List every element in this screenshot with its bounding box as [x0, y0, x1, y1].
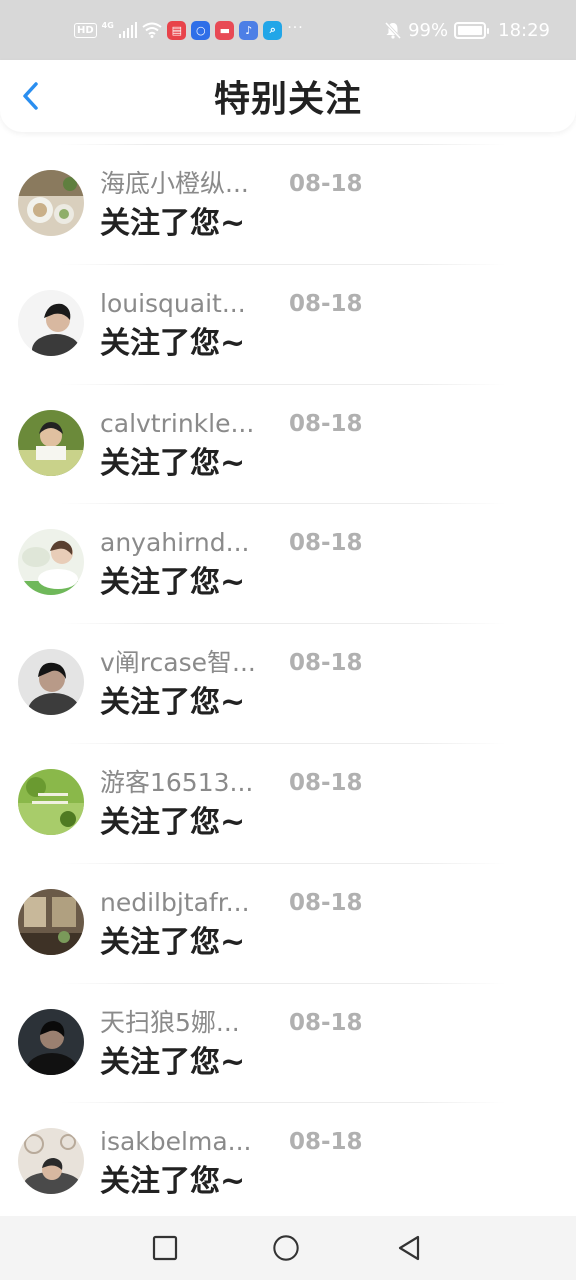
avatar[interactable] — [18, 888, 84, 955]
list-item[interactable]: v阐rcase智... 08-18 关注了您~ — [0, 619, 576, 739]
page-title: 特别关注 — [213, 79, 362, 120]
follow-date: 08-18 — [289, 1009, 363, 1036]
home-button[interactable] — [272, 1234, 300, 1262]
list-item[interactable]: anyahirnd... 08-18 关注了您~ — [0, 499, 576, 619]
user-name: nedilbjtafr... — [100, 887, 250, 917]
user-name: 海底小橙纵... — [100, 169, 249, 198]
search-app-icon: ⌕ — [263, 20, 283, 40]
circle-home-icon — [273, 1235, 299, 1261]
chevron-left-icon — [23, 82, 38, 110]
avatar[interactable] — [18, 529, 84, 596]
user-name: 天扫狼5娜... — [100, 1007, 240, 1037]
follow-action: 关注了您~ — [100, 325, 246, 361]
follow-action: 关注了您~ — [100, 804, 246, 840]
follow-date: 08-18 — [289, 171, 363, 197]
follow-action: 关注了您~ — [100, 206, 246, 241]
list-item[interactable]: 天扫狼5娜... 08-18 关注了您~ — [0, 979, 576, 1099]
follow-date: 08-18 — [289, 1129, 363, 1156]
follow-date: 08-18 — [289, 889, 363, 916]
header-bar: 特别关注 — [0, 60, 576, 132]
follow-action: 关注了您~ — [100, 1044, 246, 1080]
list-item[interactable]: nedilbjtafr... 08-18 关注了您~ — [0, 859, 576, 979]
red-game-app-icon: ▬ — [215, 20, 235, 40]
system-nav-bar — [0, 1216, 576, 1280]
follow-action: 关注了您~ — [100, 685, 246, 721]
user-name: 游客16513... — [100, 767, 254, 797]
hd-badge: HD — [74, 22, 97, 38]
avatar[interactable] — [18, 1008, 84, 1075]
more-notifications-icon: ··· — [287, 20, 304, 36]
user-name: v阐rcase智... — [100, 648, 256, 678]
list-item[interactable]: 游客16513... 08-18 关注了您~ — [0, 739, 576, 859]
avatar[interactable] — [18, 649, 84, 716]
list-item[interactable]: 海底小橙纵... 08-18 关注了您~ — [0, 140, 576, 260]
follow-date: 08-18 — [289, 530, 363, 557]
blue-bulb-app-icon: ○ — [191, 20, 211, 40]
user-name: isakbelma... — [100, 1127, 252, 1157]
list-item[interactable]: isakbelma... 08-18 关注了您~ — [0, 1098, 576, 1218]
user-name: louisquait... — [100, 288, 246, 318]
follow-action: 关注了您~ — [100, 1164, 246, 1200]
follow-date: 08-18 — [289, 290, 363, 317]
user-name: calvtrinkle... — [100, 408, 255, 438]
network-type: 4G — [101, 20, 114, 30]
follow-date: 08-18 — [289, 769, 363, 796]
follow-action: 关注了您~ — [100, 924, 246, 960]
red-app-icon: ▤ — [167, 20, 187, 40]
follow-list: 海底小橙纵... 08-18 关注了您~ louisquait... 08-18… — [0, 140, 576, 1218]
avatar[interactable] — [18, 1128, 84, 1195]
mute-bell-icon — [385, 21, 402, 39]
list-item[interactable]: louisquait... 08-18 关注了您~ — [0, 260, 576, 380]
battery-percent: 99% — [408, 19, 449, 41]
avatar[interactable] — [18, 170, 84, 236]
follow-action: 关注了您~ — [100, 445, 246, 481]
triangle-back-icon — [398, 1235, 420, 1261]
follow-date: 08-18 — [289, 650, 363, 677]
back-button[interactable] — [12, 78, 48, 114]
list-item[interactable]: calvtrinkle... 08-18 关注了您~ — [0, 380, 576, 500]
square-recents-icon — [152, 1235, 178, 1261]
follow-action: 关注了您~ — [100, 565, 246, 601]
avatar[interactable] — [18, 409, 84, 476]
follow-date: 08-18 — [289, 410, 363, 437]
back-nav-button[interactable] — [395, 1234, 423, 1262]
status-left: HD 4G ▤ ○ ▬ ♪ ⌕ ··· — [74, 20, 384, 40]
music-app-icon: ♪ — [239, 20, 259, 40]
user-name: anyahirnd... — [100, 528, 250, 558]
status-bar: HD 4G ▤ ○ ▬ ♪ ⌕ ··· 99% 18:29 — [0, 0, 576, 60]
recents-button[interactable] — [151, 1234, 179, 1262]
wifi-icon — [142, 22, 162, 38]
signal-icon — [118, 22, 138, 38]
avatar[interactable] — [18, 289, 84, 356]
clock: 18:29 — [498, 19, 550, 41]
battery-icon — [454, 21, 490, 39]
avatar[interactable] — [18, 768, 84, 835]
status-right: 99% 18:29 — [384, 20, 550, 41]
